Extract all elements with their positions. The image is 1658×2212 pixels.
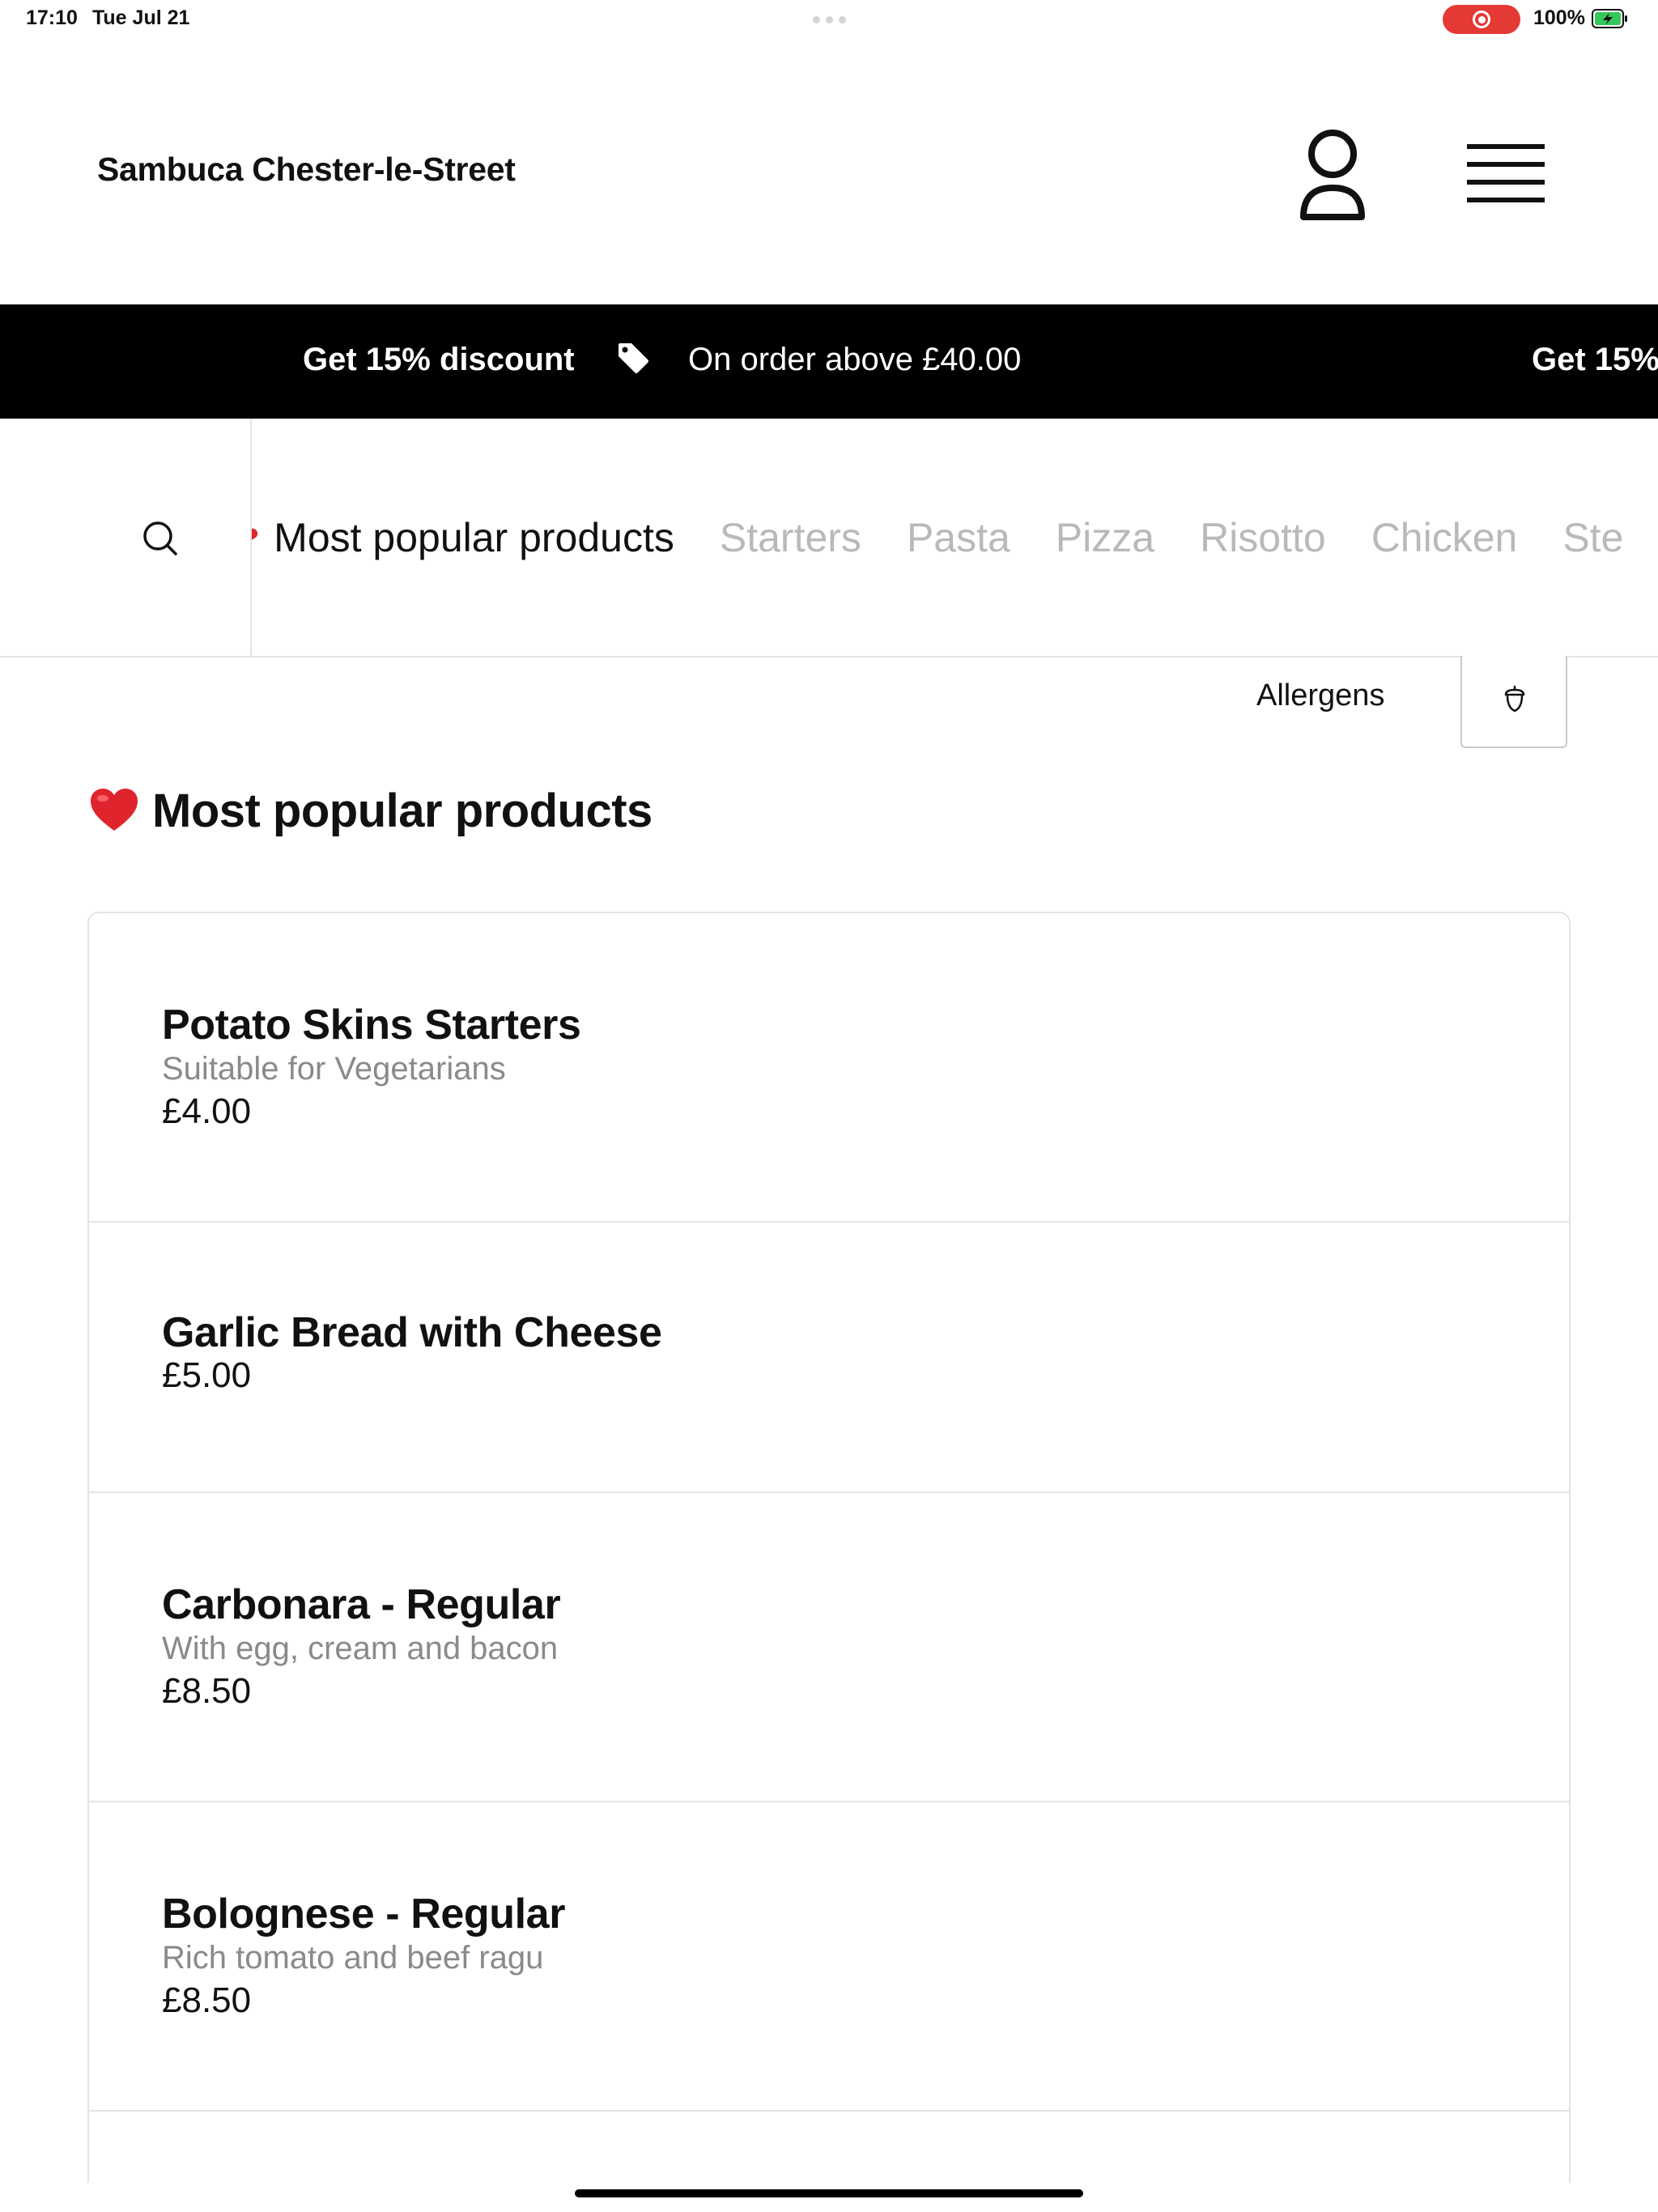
screen-recording-indicator[interactable]: [1443, 5, 1520, 34]
tab-risotto[interactable]: Risotto: [1200, 514, 1326, 561]
product-card[interactable]: Potato Skins Starters Suitable for Veget…: [89, 913, 1569, 1223]
price-tag-icon: [619, 343, 648, 373]
product-card[interactable]: Carbonara - Regular With egg, cream and …: [89, 1493, 1569, 1802]
battery-percent: 100%: [1533, 6, 1585, 29]
status-date: Tue Jul 21: [92, 6, 190, 29]
store-name[interactable]: Sambuca Chester-le-Street: [97, 151, 516, 189]
battery-charging-icon: [1592, 9, 1627, 28]
account-icon[interactable]: [1292, 126, 1373, 227]
tab-pasta[interactable]: Pasta: [907, 514, 1010, 561]
tab-most-popular[interactable]: Most popular products: [274, 514, 674, 561]
status-time: 17:10: [26, 6, 78, 29]
category-tabs: ❤ Most popular products Starters Pasta P…: [235, 419, 1658, 656]
search-icon: [143, 521, 177, 555]
product-description: With egg, cream and bacon: [162, 1631, 559, 1666]
product-price: £8.50: [162, 1671, 252, 1711]
allergens-label[interactable]: Allergens: [1256, 678, 1384, 713]
product-price: £4.00: [162, 1091, 252, 1131]
tab-chicken[interactable]: Chicken: [1371, 514, 1518, 561]
status-bar: 17:10 Tue Jul 21 100%: [0, 0, 1658, 39]
home-indicator[interactable]: [575, 2189, 1083, 2197]
tab-steak[interactable]: Ste: [1562, 514, 1623, 561]
product-name: Potato Skins Starters: [162, 1002, 581, 1049]
promo-title-repeat: Get 15%: [1532, 342, 1658, 377]
promo-banner[interactable]: Get 15% discount On order above £40.00 G…: [0, 304, 1658, 419]
category-nav: ❤ Most popular products Starters Pasta P…: [0, 419, 1658, 657]
product-card[interactable]: Bolognese - Regular Rich tomato and beef…: [89, 1802, 1569, 2112]
heart-icon: [91, 789, 138, 831]
menu-page: 17:10 Tue Jul 21 100% Sambuca Chester-le…: [0, 0, 1658, 2212]
section-title: Most popular products: [152, 785, 653, 837]
hamburger-menu-icon[interactable]: [1465, 136, 1546, 217]
product-name: Bolognese - Regular: [162, 1891, 566, 1938]
tab-starters[interactable]: Starters: [720, 514, 861, 561]
product-description: Rich tomato and beef ragu: [162, 1940, 544, 1976]
promo-title: Get 15% discount: [303, 342, 575, 377]
record-icon: [1473, 11, 1490, 28]
tab-pizza[interactable]: Pizza: [1056, 514, 1154, 561]
promo-condition: On order above £40.00: [688, 342, 1022, 377]
product-name: Garlic Bread with Cheese: [162, 1309, 662, 1356]
site-header: Sambuca Chester-le-Street: [0, 39, 1658, 304]
product-price: £8.50: [162, 1980, 252, 2020]
allergens-button[interactable]: [1460, 656, 1567, 748]
product-price: £5.00: [162, 1355, 252, 1395]
product-description: Suitable for Vegetarians: [162, 1051, 506, 1087]
product-list: Potato Skins Starters Suitable for Veget…: [87, 912, 1571, 2183]
product-card[interactable]: Garlic Bread with Cheese £5.00: [89, 1223, 1569, 1493]
multitasking-dots-icon[interactable]: [813, 16, 846, 23]
search-button[interactable]: [0, 419, 252, 656]
product-name: Carbonara - Regular: [162, 1581, 561, 1628]
acorn-icon: [1504, 685, 1525, 713]
